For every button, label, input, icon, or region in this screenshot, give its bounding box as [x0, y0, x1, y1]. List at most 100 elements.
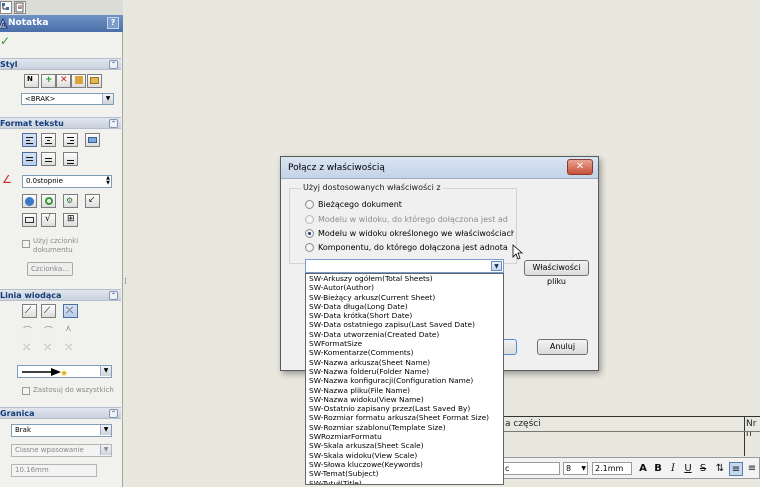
load-style-icon[interactable]	[87, 74, 102, 88]
radio-component[interactable]	[305, 243, 314, 252]
dropdown-item[interactable]: SW-Nazwa widoku(View Name)	[306, 395, 503, 404]
underline-button[interactable]: U	[681, 462, 695, 476]
dropdown-item[interactable]: SWFormatSize	[306, 339, 503, 348]
dropdown-item[interactable]: SWRozmiarFormatu	[306, 432, 503, 441]
chevron-down-icon[interactable]: ▼	[100, 425, 111, 435]
dropdown-item[interactable]: SW-Bieżący arkusz(Current Sheet)	[306, 293, 503, 302]
superscript-icon[interactable]: ⇅	[713, 462, 727, 476]
panel-splitter-handle[interactable]: ⁞	[124, 277, 128, 295]
font-button[interactable]: Czcionka...	[27, 262, 73, 276]
cancel-button[interactable]: Anuluj	[537, 339, 588, 355]
align-left-icon[interactable]: ≡	[729, 462, 743, 476]
collapse-icon[interactable]: ⌃	[109, 409, 118, 418]
align-top-icon[interactable]	[22, 152, 37, 166]
align-left-icon[interactable]	[22, 133, 37, 147]
use-doc-font-checkbox[interactable]	[22, 240, 30, 248]
collapse-icon[interactable]: ⌃	[109, 60, 118, 69]
font-size-field[interactable]: 8 ▼	[563, 462, 588, 475]
dropdown-item[interactable]: SW-Temat(Subject)	[306, 469, 503, 478]
text-height-field[interactable]: 2.1mm	[592, 462, 632, 475]
border-size-select[interactable]: Ciasne wpasowanie ▼	[11, 444, 112, 457]
stack-icon[interactable]: ⊞	[63, 213, 78, 227]
align-middle-icon[interactable]	[41, 152, 56, 166]
dropdown-item[interactable]: SW-Skala widoku(View Scale)	[306, 451, 503, 460]
collapse-icon[interactable]: ⌃	[109, 291, 118, 300]
section-header-leader[interactable]: Linia wiodąca ⌃	[0, 289, 121, 301]
dropdown-item[interactable]: SW-Nazwa arkusza(Sheet Name)	[306, 358, 503, 367]
dropdown-item[interactable]: SW-Data ostatniego zapisu(Last Saved Dat…	[306, 320, 503, 329]
border-style-select[interactable]: Brak ▼	[11, 424, 112, 437]
justify-icon[interactable]	[85, 133, 100, 147]
chevron-down-icon[interactable]: ▼	[100, 445, 111, 455]
leader-attach-right-icon[interactable]: ⤫	[44, 343, 51, 353]
chevron-down-icon[interactable]: ▼	[491, 261, 502, 271]
apply-style-icon[interactable]: N	[24, 74, 39, 88]
close-button[interactable]: ✕	[567, 159, 593, 175]
link-icon[interactable]	[22, 194, 37, 208]
table-icon[interactable]	[22, 213, 37, 227]
dropdown-item[interactable]: SW-Komentarze(Comments)	[306, 348, 503, 357]
dropdown-item[interactable]: SW-Słowa kluczowe(Keywords)	[306, 460, 503, 469]
chevron-down-icon[interactable]: ▼	[581, 463, 586, 474]
section-header-format[interactable]: Format tekstu ⌃	[0, 117, 121, 129]
arrow-style-select[interactable]: ★ ▼	[17, 365, 112, 378]
delete-style-icon[interactable]: ✕	[56, 74, 71, 88]
property-dropdown-list[interactable]: SW-Arkuszy ogółem(Total Sheets) SW-Autor(…	[305, 273, 504, 485]
dropdown-item[interactable]: SW-Nazwa pliku(File Name)	[306, 386, 503, 395]
apply-all-checkbox[interactable]	[22, 387, 30, 395]
dialog-titlebar[interactable]: Połącz z właściwością ✕	[281, 157, 598, 179]
leader-nearest-icon[interactable]: ⋏	[65, 324, 72, 334]
align-bottom-icon[interactable]	[63, 152, 78, 166]
collapse-icon[interactable]: ⌃	[109, 119, 118, 128]
dropdown-item[interactable]: SW-Skala arkusza(Sheet Scale)	[306, 441, 503, 450]
chevron-down-icon[interactable]: ▼	[100, 366, 111, 376]
dropdown-item[interactable]: SW-Tytuł(Title)	[306, 479, 503, 484]
leader-none-icon[interactable]: ⤫	[63, 304, 78, 318]
dropdown-item[interactable]: SW-Autor(Author)	[306, 283, 503, 292]
leader-left-icon[interactable]: ⌒	[23, 324, 32, 337]
edit-text-icon[interactable]: ↙	[85, 194, 100, 208]
dropdown-item[interactable]: SW-Nazwa folderu(Folder Name)	[306, 367, 503, 376]
hyperlink-icon[interactable]	[41, 194, 56, 208]
italic-button[interactable]: I	[666, 462, 680, 476]
align-center-icon[interactable]: ≡	[745, 462, 759, 476]
section-header-styl[interactable]: Styl ⌃	[0, 58, 121, 70]
align-right-icon[interactable]	[63, 133, 78, 147]
dropdown-item[interactable]: SW-Data krótka(Short Date)	[306, 311, 503, 320]
style-select[interactable]: <BRAK> ▼	[21, 93, 114, 105]
strikethrough-button[interactable]: S	[696, 462, 710, 476]
help-button[interactable]: ?	[107, 17, 119, 29]
dropdown-item[interactable]: SW-Arkuszy ogółem(Total Sheets)	[306, 274, 503, 283]
dropdown-item[interactable]: SW-Nazwa konfiguracji(Configuration Name…	[306, 376, 503, 385]
border-size-field[interactable]: 10.16mm	[11, 464, 97, 477]
leader-bent-icon[interactable]: ⟋	[41, 304, 56, 318]
radio-model-sheet-view[interactable]	[305, 229, 314, 238]
dropdown-item[interactable]: SW-Rozmiar szablonu(Template Size)	[306, 423, 503, 432]
dropdown-item[interactable]: SW-Data długa(Long Date)	[306, 302, 503, 311]
text-color-icon[interactable]: A	[636, 462, 650, 476]
symbol-icon[interactable]: √	[41, 213, 56, 227]
radio-current-document[interactable]	[305, 200, 314, 209]
leader-attach-nearest-icon[interactable]: ⤫	[65, 343, 72, 353]
property-combo-box[interactable]: ▼	[305, 259, 504, 273]
dropdown-item[interactable]: SW-Ostatnio zapisany przez(Last Saved By…	[306, 404, 503, 413]
bold-button[interactable]: B	[651, 462, 665, 476]
dropdown-item[interactable]: SW-Data utworzenia(Created Date)	[306, 330, 503, 339]
chevron-down-icon[interactable]: ▼	[102, 94, 113, 104]
spinner-icon[interactable]: ▲ ▼	[106, 176, 110, 186]
angle-field[interactable]: 0.0stopnie ▲ ▼	[22, 175, 112, 188]
dropdown-item[interactable]: SW-Rozmiar formatu arkusza(Sheet Format …	[306, 413, 503, 422]
leader-right-icon[interactable]: ⌒	[44, 324, 53, 337]
leader-straight-icon[interactable]: ⟋	[22, 304, 37, 318]
font-name-field[interactable]: c	[502, 462, 560, 475]
link-property-icon[interactable]: ⚙	[63, 194, 78, 208]
section-header-border[interactable]: Granica ⌃	[0, 407, 121, 419]
feature-tree-tab-icon[interactable]	[0, 1, 12, 14]
add-style-icon[interactable]: +	[41, 74, 56, 88]
save-style-icon[interactable]	[71, 74, 86, 88]
leader-attach-left-icon[interactable]: ⤫	[23, 343, 30, 353]
property-manager-tab-icon[interactable]	[14, 1, 26, 14]
align-center-icon[interactable]	[41, 133, 56, 147]
ok-check-icon[interactable]: ✓	[0, 34, 10, 48]
file-properties-button[interactable]: Właściwości pliku	[524, 260, 589, 286]
